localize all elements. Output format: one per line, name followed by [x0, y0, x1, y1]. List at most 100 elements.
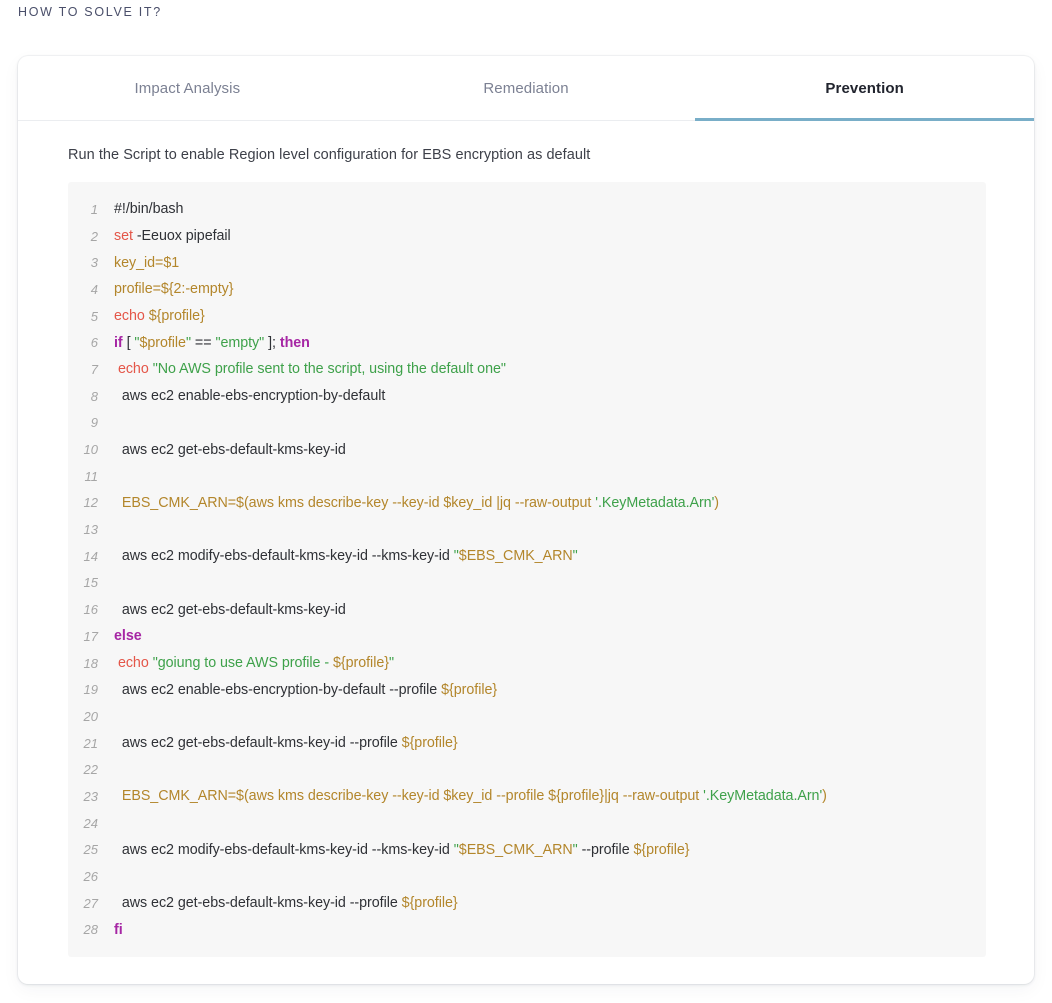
line-number: 21	[68, 730, 114, 757]
code-line: 2set -Eeuox pipefail	[68, 223, 986, 250]
code-token-kw: then	[280, 335, 310, 351]
code-line: 10 aws ec2 get-ebs-default-kms-key-id	[68, 436, 986, 463]
code-token-plain: aws ec2 enable-ebs-encryption-by-default…	[114, 682, 441, 698]
tab-impact-analysis[interactable]: Impact Analysis	[18, 56, 357, 120]
line-number: 8	[68, 383, 114, 410]
code-line: 8 aws ec2 enable-ebs-encryption-by-defau…	[68, 383, 986, 410]
code-line: 22	[68, 756, 986, 783]
code-token-plain: aws ec2 enable-ebs-encryption-by-default	[114, 388, 385, 404]
panel-description: Run the Script to enable Region level co…	[68, 147, 1006, 163]
line-content[interactable]: aws ec2 enable-ebs-encryption-by-default	[114, 383, 986, 410]
line-number: 3	[68, 249, 114, 276]
code-token-plain: ];	[264, 335, 280, 351]
code-line: 15	[68, 570, 986, 597]
code-block: 1#!/bin/bash2set -Eeuox pipefail3key_id=…	[68, 182, 986, 957]
code-token-str: "empty"	[215, 335, 264, 351]
code-token-var: profile=${2:-empty}	[114, 281, 233, 297]
code-line: 19 aws ec2 enable-ebs-encryption-by-defa…	[68, 676, 986, 703]
tab-panel-prevention: Run the Script to enable Region level co…	[18, 121, 1034, 957]
code-token-kw: fi	[114, 922, 123, 938]
line-content[interactable]	[114, 756, 986, 783]
code-line: 1#!/bin/bash	[68, 196, 986, 223]
code-line: 11	[68, 463, 986, 490]
code-token-plain: aws ec2 modify-ebs-default-kms-key-id --…	[114, 842, 454, 858]
line-content[interactable]: echo "goiung to use AWS profile - ${prof…	[114, 650, 986, 677]
line-content[interactable]: key_id=$1	[114, 249, 986, 276]
code-line: 18 echo "goiung to use AWS profile - ${p…	[68, 650, 986, 677]
line-content[interactable]: fi	[114, 917, 986, 944]
line-content[interactable]: aws ec2 modify-ebs-default-kms-key-id --…	[114, 543, 986, 570]
code-token-plain: -Eeuox pipefail	[133, 228, 231, 244]
code-token-plain: --profile	[578, 842, 634, 858]
line-number: 1	[68, 196, 114, 223]
tab-prevention[interactable]: Prevention	[695, 56, 1034, 120]
code-token-var: $EBS_CMK_ARN	[459, 842, 573, 858]
code-token-var: ${profile}	[402, 895, 458, 911]
code-token-bi: echo	[114, 308, 145, 324]
code-token-var: $profile	[139, 335, 186, 351]
code-line: 9	[68, 410, 986, 437]
code-line: 24	[68, 810, 986, 837]
code-token-str: "	[389, 655, 394, 671]
line-content[interactable]: aws ec2 get-ebs-default-kms-key-id	[114, 596, 986, 623]
code-token-str: '.KeyMetadata.Arn'	[595, 495, 714, 511]
line-number: 19	[68, 676, 114, 703]
code-token-plain: ==	[191, 335, 215, 351]
code-line: 28fi	[68, 917, 986, 944]
code-line: 17else	[68, 623, 986, 650]
line-content[interactable]: else	[114, 623, 986, 650]
line-content[interactable]: echo ${profile}	[114, 303, 986, 330]
line-number: 9	[68, 410, 114, 437]
code-line: 21 aws ec2 get-ebs-default-kms-key-id --…	[68, 730, 986, 757]
line-number: 15	[68, 570, 114, 597]
code-line: 26	[68, 863, 986, 890]
tab-remediation[interactable]: Remediation	[357, 56, 696, 120]
line-content[interactable]: set -Eeuox pipefail	[114, 223, 986, 250]
line-content[interactable]: EBS_CMK_ARN=$(aws kms describe-key --key…	[114, 490, 986, 517]
code-token-str: "No AWS profile sent to the script, usin…	[153, 361, 506, 377]
code-line: 16 aws ec2 get-ebs-default-kms-key-id	[68, 596, 986, 623]
line-content[interactable]: #!/bin/bash	[114, 196, 986, 223]
code-token-plain: aws ec2 get-ebs-default-kms-key-id	[114, 602, 346, 618]
line-number: 25	[68, 837, 114, 864]
line-content[interactable]	[114, 516, 986, 543]
tab-bar: Impact AnalysisRemediationPrevention	[18, 56, 1034, 121]
code-token-var: )	[714, 495, 719, 511]
line-content[interactable]	[114, 410, 986, 437]
code-token-var: $EBS_CMK_ARN	[459, 548, 573, 564]
line-content[interactable]	[114, 463, 986, 490]
line-number: 28	[68, 917, 114, 944]
code-token-var: )	[822, 788, 827, 804]
line-content[interactable]	[114, 570, 986, 597]
code-line: 7 echo "No AWS profile sent to the scrip…	[68, 356, 986, 383]
line-number: 13	[68, 516, 114, 543]
code-line: 3key_id=$1	[68, 249, 986, 276]
line-content[interactable]: profile=${2:-empty}	[114, 276, 986, 303]
line-number: 10	[68, 436, 114, 463]
line-content[interactable]: aws ec2 enable-ebs-encryption-by-default…	[114, 676, 986, 703]
code-token-plain: [	[123, 335, 135, 351]
line-content[interactable]	[114, 810, 986, 837]
line-number: 5	[68, 303, 114, 330]
line-content[interactable]: aws ec2 get-ebs-default-kms-key-id	[114, 436, 986, 463]
line-content[interactable]: EBS_CMK_ARN=$(aws kms describe-key --key…	[114, 783, 986, 810]
code-token-str: "goiung to use AWS profile -	[153, 655, 333, 671]
line-number: 2	[68, 223, 114, 250]
line-number: 11	[68, 463, 114, 490]
code-token-var: ${profile}	[333, 655, 389, 671]
line-content[interactable]: aws ec2 get-ebs-default-kms-key-id --pro…	[114, 730, 986, 757]
line-content[interactable]: aws ec2 get-ebs-default-kms-key-id --pro…	[114, 890, 986, 917]
line-content[interactable]	[114, 703, 986, 730]
line-content[interactable]: if [ "$profile" == "empty" ]; then	[114, 329, 986, 356]
code-line: 20	[68, 703, 986, 730]
code-line: 25 aws ec2 modify-ebs-default-kms-key-id…	[68, 837, 986, 864]
code-line: 5echo ${profile}	[68, 303, 986, 330]
line-content[interactable]: aws ec2 modify-ebs-default-kms-key-id --…	[114, 837, 986, 864]
line-number: 4	[68, 276, 114, 303]
code-line: 12 EBS_CMK_ARN=$(aws kms describe-key --…	[68, 490, 986, 517]
line-number: 22	[68, 756, 114, 783]
page-root: HOW TO SOLVE IT? Impact AnalysisRemediat…	[0, 0, 1052, 1003]
line-content[interactable]: echo "No AWS profile sent to the script,…	[114, 356, 986, 383]
code-line: 13	[68, 516, 986, 543]
line-content[interactable]	[114, 863, 986, 890]
